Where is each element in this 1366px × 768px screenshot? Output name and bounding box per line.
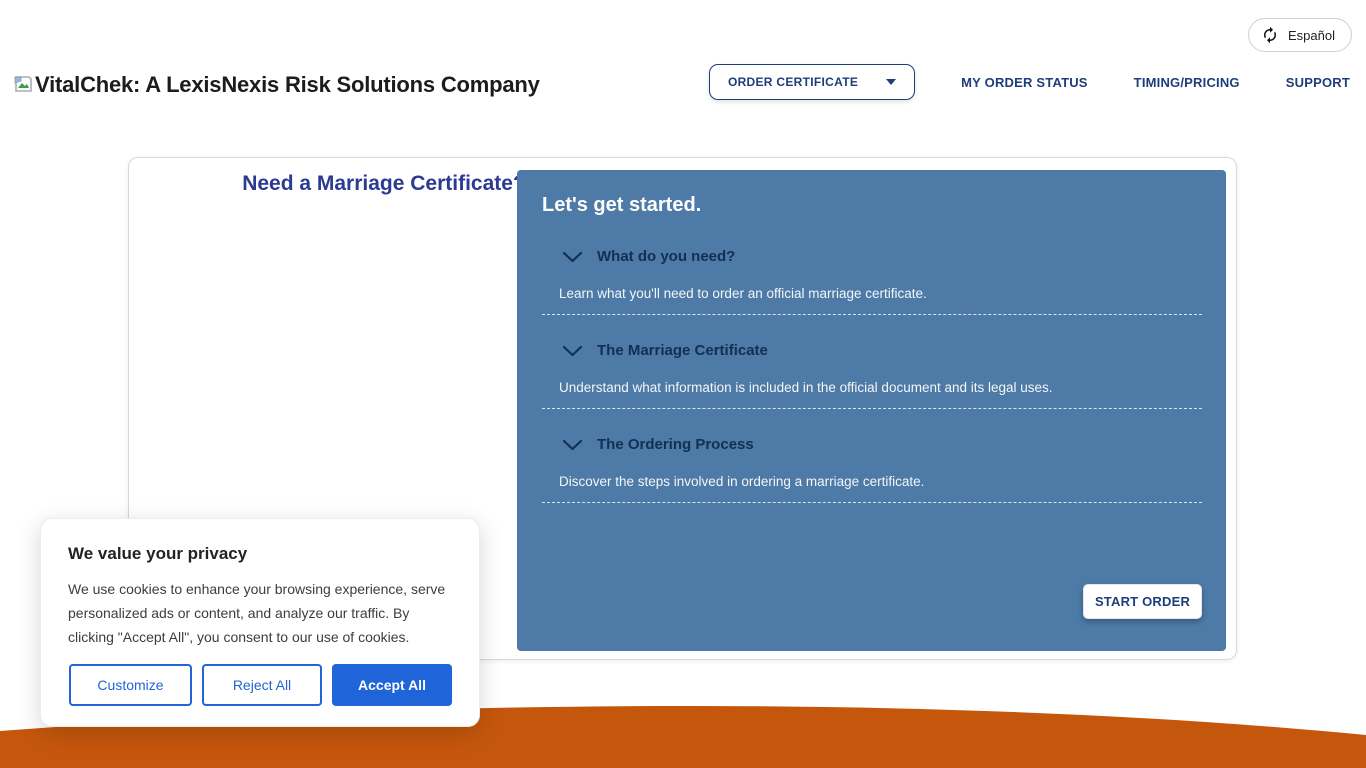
- accordion-item-marriage-certificate: The Marriage Certificate Understand what…: [542, 342, 1202, 409]
- accordion-header[interactable]: The Ordering Process: [542, 436, 1202, 453]
- accordion-item-what-do-you-need: What do you need? Learn what you'll need…: [542, 248, 1202, 315]
- chevron-down-icon: [562, 439, 583, 451]
- cookie-title: We value your privacy: [68, 544, 452, 564]
- language-label: Español: [1288, 28, 1335, 43]
- customize-button[interactable]: Customize: [69, 664, 192, 706]
- accordion-title: The Ordering Process: [597, 436, 754, 453]
- chevron-down-icon: [562, 345, 583, 357]
- main-navigation: ORDER CERTIFICATE MY ORDER STATUS TIMING…: [709, 64, 1350, 100]
- accordion-item-ordering-process: The Ordering Process Discover the steps …: [542, 436, 1202, 503]
- chevron-down-icon: [886, 79, 896, 85]
- accordion-header[interactable]: What do you need?: [542, 248, 1202, 265]
- cookie-message: We use cookies to enhance your browsing …: [68, 577, 450, 649]
- nav-my-order-status[interactable]: MY ORDER STATUS: [961, 75, 1088, 90]
- accordion-title: What do you need?: [597, 248, 735, 265]
- broken-image-icon: [14, 73, 33, 99]
- accordion-title: The Marriage Certificate: [597, 342, 768, 359]
- nav-support[interactable]: SUPPORT: [1286, 75, 1350, 90]
- chevron-down-icon: [562, 251, 583, 263]
- start-order-button[interactable]: START ORDER: [1083, 584, 1202, 619]
- accordion-description: Discover the steps involved in ordering …: [542, 474, 1202, 489]
- language-refresh-icon: [1261, 26, 1279, 44]
- dashed-divider: [542, 314, 1202, 315]
- order-certificate-label: ORDER CERTIFICATE: [728, 75, 858, 89]
- cookie-consent-dialog: We value your privacy We use cookies to …: [40, 518, 480, 727]
- reject-all-button[interactable]: Reject All: [202, 664, 322, 706]
- accordion-description: Learn what you'll need to order an offic…: [542, 286, 1202, 301]
- cookie-buttons-row: Customize Reject All Accept All: [69, 664, 452, 706]
- language-toggle-button[interactable]: Español: [1248, 18, 1352, 52]
- accordion-header[interactable]: The Marriage Certificate: [542, 342, 1202, 359]
- accordion-description: Understand what information is included …: [542, 380, 1202, 395]
- order-certificate-dropdown[interactable]: ORDER CERTIFICATE: [709, 64, 915, 100]
- logo-alt-text: VitalChek: A LexisNexis Risk Solutions C…: [35, 72, 540, 98]
- dashed-divider: [542, 408, 1202, 409]
- nav-timing-pricing[interactable]: TIMING/PRICING: [1134, 75, 1240, 90]
- accordion-list: What do you need? Learn what you'll need…: [542, 248, 1202, 503]
- panel-title: Let's get started.: [542, 194, 1202, 217]
- vitalchek-logo[interactable]: VitalChek: A LexisNexis Risk Solutions C…: [14, 72, 540, 99]
- get-started-panel: Let's get started. What do you need? Lea…: [517, 170, 1226, 651]
- accept-all-button[interactable]: Accept All: [332, 664, 452, 706]
- dashed-divider: [542, 502, 1202, 503]
